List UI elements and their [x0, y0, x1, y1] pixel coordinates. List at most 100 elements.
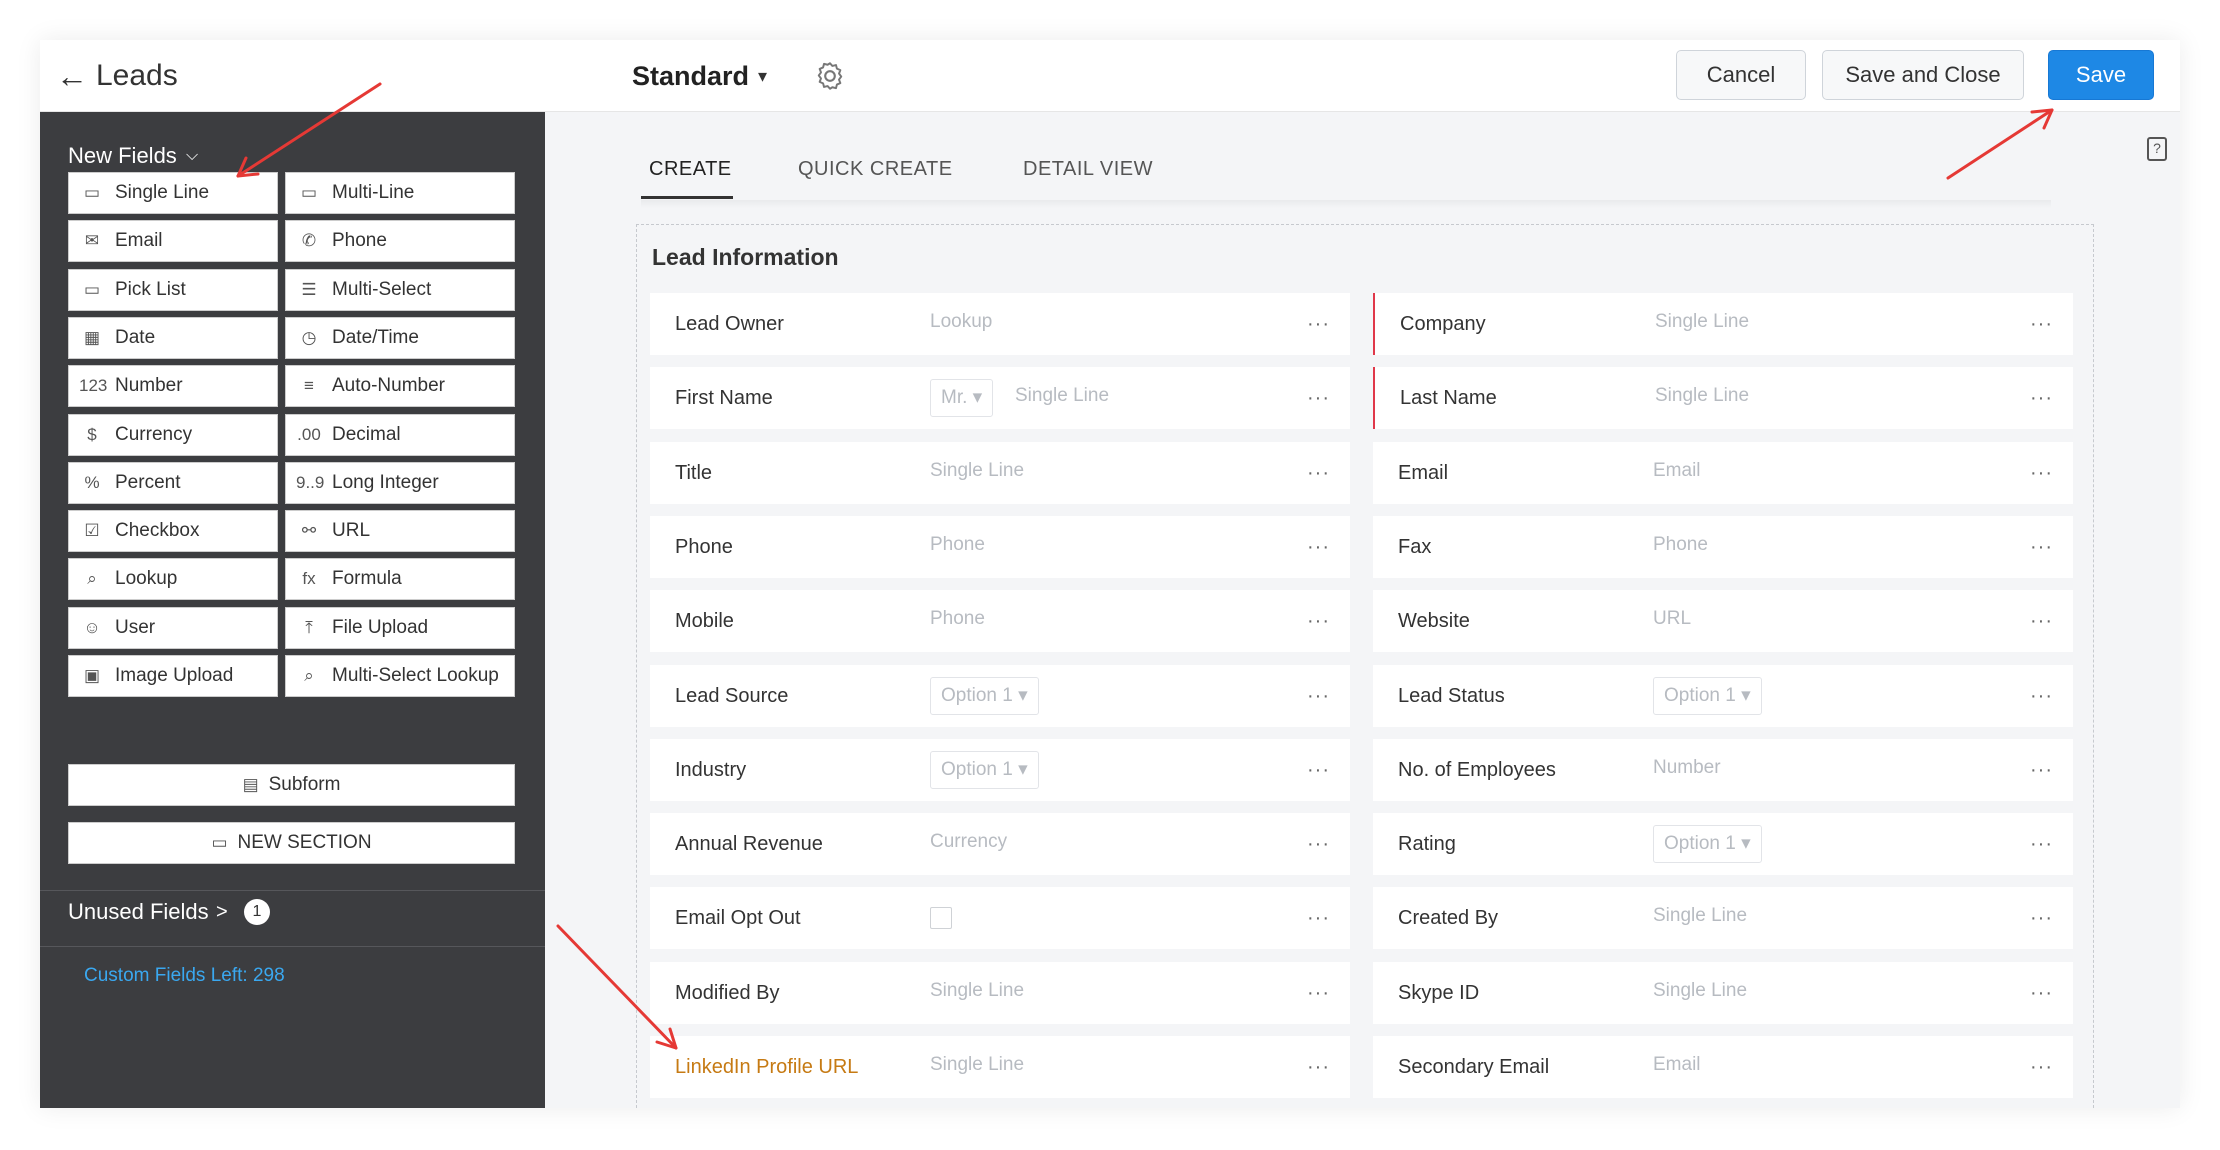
field-last-name[interactable]: Last Name Single Line ··· — [1373, 367, 2073, 430]
back-arrow-icon[interactable]: ← — [52, 56, 92, 96]
more-options-icon[interactable]: ··· — [1307, 813, 1330, 875]
more-options-icon[interactable]: ··· — [2030, 293, 2053, 355]
field-type-single-line[interactable]: ▭ Single Line — [68, 172, 278, 214]
more-options-icon[interactable]: ··· — [2030, 442, 2053, 504]
field-label: Mobile — [675, 610, 734, 633]
subform-button[interactable]: ▤ Subform — [68, 764, 515, 806]
more-options-icon[interactable]: ··· — [1307, 293, 1330, 355]
field-type-number[interactable]: 123 Number — [68, 365, 278, 408]
phone-icon: ✆ — [301, 231, 317, 251]
tab-detail-view[interactable]: DETAIL VIEW — [1023, 156, 1153, 182]
more-options-icon[interactable]: ··· — [2030, 962, 2053, 1024]
chevron-down-icon[interactable]: ⌵ — [186, 142, 198, 170]
field-type-label: Date/Time — [332, 326, 419, 348]
field-created-by[interactable]: Created By Single Line ··· — [1373, 887, 2073, 950]
field-type-multi-line[interactable]: ▭ Multi-Line — [285, 172, 515, 214]
more-options-icon[interactable]: ··· — [1307, 590, 1330, 652]
field-type-phone[interactable]: ✆ Phone — [285, 220, 515, 263]
field-rating[interactable]: Rating Option 1 ▾ ··· — [1373, 813, 2073, 876]
more-options-icon[interactable]: ··· — [2030, 516, 2053, 578]
field-annual-revenue[interactable]: Annual Revenue Currency ··· — [650, 813, 1350, 876]
field-phone[interactable]: Phone Phone ··· — [650, 515, 1350, 578]
field-fax[interactable]: Fax Phone ··· — [1373, 515, 2073, 578]
field-secondary-email[interactable]: Secondary Email Email ··· — [1373, 1036, 2073, 1098]
field-label: Created By — [1398, 907, 1499, 930]
checkbox-icon: ☑ — [84, 521, 100, 541]
layout-help-icon[interactable]: ? — [2147, 137, 2167, 161]
field-type-email[interactable]: ✉ Email — [68, 220, 278, 263]
checkbox-preview — [930, 907, 952, 930]
field-no-of-employees[interactable]: No. of Employees Number ··· — [1373, 738, 2073, 801]
field-type-formula[interactable]: fx Formula — [285, 558, 515, 601]
section-title[interactable]: Lead Information — [652, 243, 839, 271]
field-type-checkbox[interactable]: ☑ Checkbox — [68, 510, 278, 553]
field-label: Email Opt Out — [675, 907, 801, 930]
field-lead-status[interactable]: Lead Status Option 1 ▾ ··· — [1373, 664, 2073, 727]
field-lead-owner[interactable]: Lead Owner Lookup ··· — [650, 293, 1350, 355]
save-and-close-button[interactable]: Save and Close — [1822, 50, 2024, 100]
save-button[interactable]: Save — [2048, 50, 2154, 100]
field-company[interactable]: Company Single Line ··· — [1373, 293, 2073, 355]
field-type-long-integer[interactable]: 9..9 Long Integer — [285, 461, 515, 504]
more-options-icon[interactable]: ··· — [2030, 1036, 2053, 1098]
field-industry[interactable]: Industry Option 1 ▾ ··· — [650, 738, 1350, 801]
cancel-button[interactable]: Cancel — [1676, 50, 1806, 100]
field-type-label: Multi-Select — [332, 278, 432, 300]
more-options-icon[interactable]: ··· — [2030, 367, 2053, 429]
field-type-percent[interactable]: % Percent — [68, 461, 278, 504]
more-options-icon[interactable]: ··· — [1307, 887, 1330, 949]
field-mobile[interactable]: Mobile Phone ··· — [650, 590, 1350, 653]
field-email[interactable]: Email Email ··· — [1373, 441, 2073, 504]
field-type-file-upload[interactable]: ⤒ File Upload — [285, 606, 515, 649]
layout-name[interactable]: Standard — [632, 58, 749, 94]
more-options-icon[interactable]: ··· — [2030, 590, 2053, 652]
tab-quick-create[interactable]: QUICK CREATE — [798, 156, 953, 182]
field-type-multi-select-lookup[interactable]: ⌕ Multi-Select Lookup — [285, 655, 515, 697]
more-options-icon[interactable]: ··· — [1307, 962, 1330, 1024]
field-website[interactable]: Website URL ··· — [1373, 590, 2073, 653]
more-options-icon[interactable]: ··· — [1307, 739, 1330, 801]
field-skype-id[interactable]: Skype ID Single Line ··· — [1373, 961, 2073, 1024]
more-options-icon[interactable]: ··· — [2030, 739, 2053, 801]
more-options-icon[interactable]: ··· — [2030, 813, 2053, 875]
field-modified-by[interactable]: Modified By Single Line ··· — [650, 961, 1350, 1024]
more-options-icon[interactable]: ··· — [1307, 665, 1330, 727]
lead-information-section[interactable]: Lead Information Lead Owner Lookup ··· Comp… — [636, 224, 2094, 1108]
field-title[interactable]: Title Single Line ··· — [650, 441, 1350, 504]
gear-icon[interactable] — [812, 58, 848, 94]
more-options-icon[interactable]: ··· — [1307, 516, 1330, 578]
field-type-user[interactable]: ☺ User — [68, 606, 278, 649]
field-type-label: Pick List — [115, 278, 186, 300]
field-type-auto-number[interactable]: ≡ Auto-Number — [285, 365, 515, 408]
field-type-currency[interactable]: $ Currency — [68, 413, 278, 456]
field-type-url[interactable]: ⚯ URL — [285, 510, 515, 553]
more-options-icon[interactable]: ··· — [1307, 442, 1330, 504]
field-lead-source[interactable]: Lead Source Option 1 ▾ ··· — [650, 664, 1350, 727]
field-type-pick-list[interactable]: ▭ Pick List — [68, 268, 278, 311]
tab-create[interactable]: CREATE — [649, 156, 732, 182]
more-options-icon[interactable]: ··· — [2030, 887, 2053, 949]
field-linkedin-profile-url[interactable]: LinkedIn Profile URL Single Line ··· — [650, 1036, 1350, 1098]
field-type-date[interactable]: ▦ Date — [68, 316, 278, 359]
field-first-name[interactable]: First Name Mr. ▾ Single Line ··· — [650, 367, 1350, 430]
header-bar: ← Leads Standard ▾ Cancel Save and Close… — [40, 40, 2180, 112]
new-section-button[interactable]: ▭ NEW SECTION — [68, 822, 515, 864]
more-options-icon[interactable]: ··· — [1307, 1036, 1330, 1098]
field-type-lookup[interactable]: ⌕ Lookup — [68, 558, 278, 601]
field-palette-sidebar: New Fields ⌵ ▤ Subform ▭ NEW SECTION Unuse… — [40, 112, 545, 1108]
more-options-icon[interactable]: ··· — [2030, 665, 2053, 727]
field-type-decimal[interactable]: .00 Decimal — [285, 413, 515, 456]
layout-caret-icon[interactable]: ▾ — [758, 58, 767, 94]
field-type-multi-select[interactable]: ☰ Multi-Select — [285, 268, 515, 311]
image-upload-icon: ▣ — [83, 666, 101, 685]
field-type-image-upload[interactable]: ▣ Image Upload — [68, 655, 278, 697]
field-email-opt-out[interactable]: Email Opt Out ··· — [650, 887, 1350, 950]
field-type-label: Number — [115, 375, 183, 397]
field-placeholder: Lookup — [930, 311, 993, 332]
more-options-icon[interactable]: ··· — [1307, 367, 1330, 429]
unused-fields-toggle[interactable]: Unused Fields — [68, 898, 209, 926]
decimal-icon: .00 — [297, 424, 321, 444]
chevron-right-icon[interactable]: > — [216, 898, 228, 926]
field-type-date-time[interactable]: ◷ Date/Time — [285, 316, 515, 359]
new-fields-title[interactable]: New Fields — [68, 142, 177, 170]
